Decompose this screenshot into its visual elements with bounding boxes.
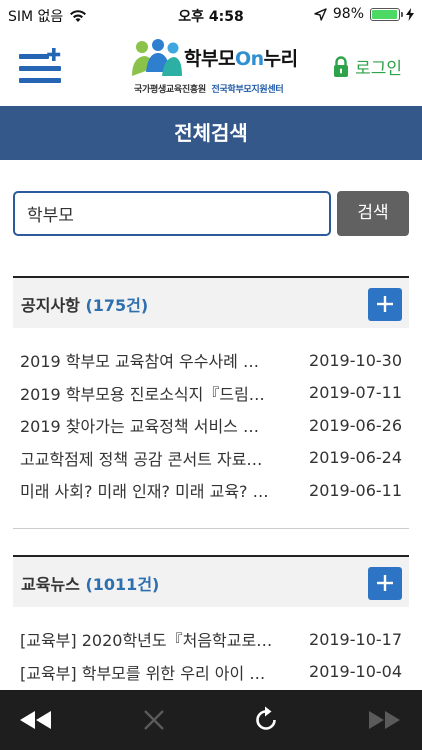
battery-fill <box>372 9 398 19</box>
item-date: 2019-10-17 <box>309 629 402 649</box>
list-item[interactable]: 2019 찾아가는 교육정책 서비스 … 2019-06-26 <box>13 409 409 442</box>
list-item[interactable]: [교육부] 학부모를 위한 우리 아이 … 2019-10-04 <box>13 656 409 689</box>
list-item[interactable]: 미래 사회? 미래 인재? 미래 교육? … 2019-06-11 <box>13 474 409 507</box>
reload-icon <box>256 706 276 730</box>
item-date: 2019-10-30 <box>309 350 402 370</box>
location-arrow-icon <box>314 7 327 21</box>
menu-plus-icon <box>19 48 61 83</box>
more-button[interactable] <box>368 567 402 600</box>
more-button[interactable] <box>368 288 402 321</box>
browser-toolbar <box>0 690 422 750</box>
logo-people-icon <box>132 39 182 76</box>
fast-forward-icon <box>369 711 400 729</box>
section-count: (175건) <box>85 296 149 315</box>
item-title: [교육부] 2020학년도『처음학교로… <box>20 631 273 651</box>
news-list: [교육부] 2020학년도『처음학교로… 2019-10-17 [교육부] 학부모… <box>13 607 409 688</box>
item-date: 2019-07-11 <box>309 383 402 403</box>
app-header: 학부모On누리 국가평생교육진흥원 전국학부모지원센터 로그인 <box>0 30 422 106</box>
reload-button[interactable] <box>246 704 286 736</box>
plus-icon <box>377 575 393 591</box>
site-logo[interactable]: 학부모On누리 국가평생교육진흥원 전국학부모지원센터 <box>130 38 300 96</box>
status-right: 98% <box>314 6 414 22</box>
page-title-bar: 전체검색 <box>0 106 422 160</box>
lock-icon <box>334 55 349 77</box>
section-count: (1011건) <box>85 575 160 594</box>
logo-title: 학부모On누리 <box>184 48 298 70</box>
item-date: 2019-10-04 <box>309 662 402 682</box>
notice-list: 2019 학부모 교육참여 우수사례 … 2019-10-30 2019 학부모용… <box>13 328 409 507</box>
battery-percent: 98% <box>332 6 364 22</box>
list-item[interactable]: 2019 학부모용 진로소식지『드림… 2019-07-11 <box>13 377 409 410</box>
item-date: 2019-06-24 <box>309 448 402 468</box>
logo-subtitle: 국가평생교육진흥원 전국학부모지원센터 <box>134 85 284 95</box>
forward-button[interactable] <box>364 704 404 736</box>
item-title: 2019 학부모용 진로소식지『드림… <box>20 384 265 404</box>
section-header: 공지사항 (175건) <box>13 276 409 328</box>
back-button[interactable] <box>16 704 56 736</box>
rewind-icon <box>20 711 51 729</box>
list-item[interactable]: [교육부] 2020학년도『처음학교로… 2019-10-17 <box>13 623 409 656</box>
search-button[interactable]: 검색 <box>337 191 409 236</box>
news-section: 교육뉴스 (1011건) [교육부] 2020학년도『처음학교로… 2019-10… <box>13 555 409 690</box>
section-header: 교육뉴스 (1011건) <box>13 555 409 607</box>
item-title: [교육부] 학부모를 위한 우리 아이 … <box>20 663 266 683</box>
item-title: 고교학점제 정책 공감 콘서트 자료… <box>20 449 263 469</box>
item-date: 2019-06-11 <box>309 480 402 500</box>
section-title[interactable]: 교육뉴스 (1011건) <box>21 571 159 595</box>
item-date: 2019-06-26 <box>309 415 402 435</box>
list-item[interactable]: 2019 학부모 교육참여 우수사례 … 2019-10-30 <box>13 344 409 377</box>
charging-bolt-icon <box>406 7 414 21</box>
list-item[interactable]: 고교학점제 정책 공감 콘서트 자료… 2019-06-24 <box>13 442 409 475</box>
notice-section: 공지사항 (175건) 2019 학부모 교육참여 우수사례 … 2019-10-… <box>13 276 409 529</box>
login-label: 로그인 <box>355 59 402 79</box>
item-title: 미래 사회? 미래 인재? 미래 교육? … <box>20 482 269 502</box>
battery-icon <box>370 7 403 21</box>
item-title: 2019 찾아가는 교육정책 서비스 … <box>20 417 259 437</box>
menu-button[interactable] <box>18 48 64 88</box>
close-icon <box>144 710 164 730</box>
login-button[interactable]: 로그인 <box>333 54 402 79</box>
battery-tip <box>401 11 403 17</box>
status-bar: SIM 없음 오후 4:58 98% <box>0 0 422 30</box>
page-title: 전체검색 <box>174 121 248 145</box>
section-title[interactable]: 공지사항 (175건) <box>21 292 148 316</box>
stop-button[interactable] <box>134 704 174 736</box>
search-input[interactable] <box>13 191 331 236</box>
plus-icon <box>377 296 393 312</box>
item-title: 2019 학부모 교육참여 우수사례 … <box>20 352 259 372</box>
